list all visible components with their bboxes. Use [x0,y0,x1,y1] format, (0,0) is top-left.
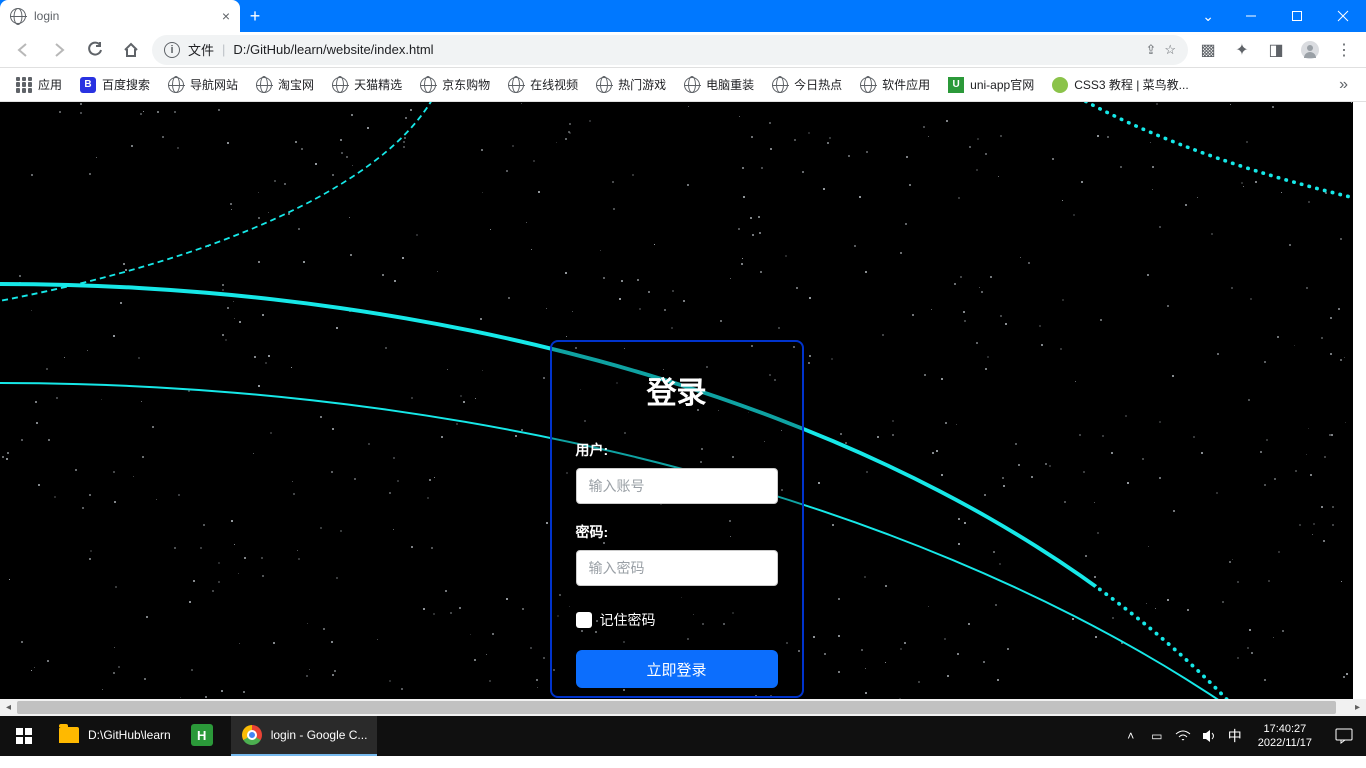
bookmark-overflow-icon[interactable]: » [1329,72,1358,98]
password-input[interactable] [576,550,778,586]
bookmark-item[interactable]: 电脑重装 [676,72,762,97]
scroll-right-icon[interactable]: ▸ [1349,699,1366,716]
extension-icon[interactable]: ▩ [1194,36,1222,64]
globe-icon [168,77,184,93]
scroll-left-icon[interactable]: ◂ [0,699,17,716]
baidu-icon: B [80,77,96,93]
chevron-down-icon[interactable]: ⌄ [1188,8,1228,25]
globe-icon [10,8,26,24]
chrome-icon [241,724,263,746]
minimize-button[interactable] [1228,0,1274,32]
uniapp-icon: U [948,77,964,93]
username-label: 用户: [576,440,778,460]
clock-time: 17:40:27 [1263,722,1306,736]
bookmark-item[interactable]: 天猫精选 [324,72,410,97]
window-titlebar: login × + ⌄ [0,0,1366,32]
folder-icon [58,724,80,746]
login-form: 登录 用户: 密码: 记住密码 立即登录 [550,340,804,698]
taskbar-clock[interactable]: 17:40:27 2022/11/17 [1248,716,1322,756]
tray-chevron-up-icon[interactable]: ˄ [1118,716,1144,756]
remember-label: 记住密码 [600,610,656,630]
home-button[interactable] [116,35,146,65]
runoob-icon [1052,77,1068,93]
bookmark-item[interactable]: 软件应用 [852,72,938,97]
bookmark-item[interactable]: 导航网站 [160,72,246,97]
apps-grid-icon [16,77,32,93]
horizontal-scrollbar[interactable]: ◂ ▸ [0,699,1366,716]
bookmark-item[interactable]: 今日热点 [764,72,850,97]
scroll-track[interactable] [17,699,1349,716]
system-tray: ˄ ▭ 中 17:40:27 2022/11/17 [1118,716,1366,756]
page-viewport: 登录 用户: 密码: 记住密码 立即登录 ◂ ▸ [0,102,1366,716]
bookmark-item[interactable]: 淘宝网 [248,72,322,97]
extensions-puzzle-icon[interactable]: ✦ [1228,36,1256,64]
wifi-icon[interactable] [1170,716,1196,756]
hbuilder-icon: H [191,724,213,746]
sidepanel-icon[interactable]: ◨ [1262,36,1290,64]
login-page: 登录 用户: 密码: 记住密码 立即登录 [0,102,1353,714]
bookmarks-bar: 应用 B百度搜索 导航网站 淘宝网 天猫精选 京东购物 在线视频 热门游戏 电脑… [0,68,1366,102]
tab-title: login [34,9,214,23]
bookmark-item[interactable]: Uuni-app官网 [940,72,1042,97]
ime-indicator[interactable]: 中 [1222,716,1248,756]
bookmark-item[interactable]: CSS3 教程 | 菜鸟教... [1044,72,1196,97]
bookmark-item[interactable]: 京东购物 [412,72,498,97]
task-item[interactable]: login - Google C... [231,716,378,756]
bookmark-item[interactable]: 热门游戏 [588,72,674,97]
window-controls: ⌄ [1188,0,1366,32]
address-path: D:/GitHub/learn/website/index.html [233,42,1137,57]
login-submit-button[interactable]: 立即登录 [576,650,778,688]
username-input[interactable] [576,468,778,504]
windows-taskbar: D:\GitHub\learn H login - Google C... ˄ … [0,716,1366,756]
info-icon[interactable]: i [164,42,180,58]
globe-icon [596,77,612,93]
browser-tab[interactable]: login × [0,0,240,32]
address-bar[interactable]: i 文件 | D:/GitHub/learn/website/index.htm… [152,35,1188,65]
bookmark-item[interactable]: B百度搜索 [72,72,158,97]
remember-row: 记住密码 [576,610,778,630]
clock-date: 2022/11/17 [1258,736,1312,750]
battery-icon[interactable]: ▭ [1144,716,1170,756]
browser-toolbar: i 文件 | D:/GitHub/learn/website/index.htm… [0,32,1366,68]
password-label: 密码: [576,522,778,542]
remember-checkbox[interactable] [576,612,592,628]
window-close-button[interactable] [1320,0,1366,32]
globe-icon [860,77,876,93]
volume-icon[interactable] [1196,716,1222,756]
address-prefix: 文件 [188,40,214,59]
forward-button[interactable] [44,35,74,65]
globe-icon [420,77,436,93]
login-title: 登录 [576,368,778,412]
back-button[interactable] [8,35,38,65]
reload-button[interactable] [80,35,110,65]
profile-avatar-icon[interactable] [1296,36,1324,64]
maximize-button[interactable] [1274,0,1320,32]
globe-icon [256,77,272,93]
kebab-menu-icon[interactable]: ⋮ [1330,36,1358,64]
new-tab-button[interactable]: + [240,0,270,32]
globe-icon [772,77,788,93]
bookmark-star-icon[interactable]: ☆ [1164,42,1176,58]
globe-icon [508,77,524,93]
bookmark-item[interactable]: 在线视频 [500,72,586,97]
apps-shortcut[interactable]: 应用 [8,72,70,97]
task-item[interactable]: D:\GitHub\learn [48,716,181,756]
share-icon[interactable]: ⇪ [1145,42,1156,58]
task-item[interactable]: H [181,716,231,756]
globe-icon [684,77,700,93]
action-center-icon[interactable] [1322,716,1366,756]
globe-icon [332,77,348,93]
windows-logo-icon [16,728,32,744]
start-button[interactable] [0,716,48,756]
close-tab-icon[interactable]: × [222,8,230,24]
scroll-thumb[interactable] [17,701,1336,714]
